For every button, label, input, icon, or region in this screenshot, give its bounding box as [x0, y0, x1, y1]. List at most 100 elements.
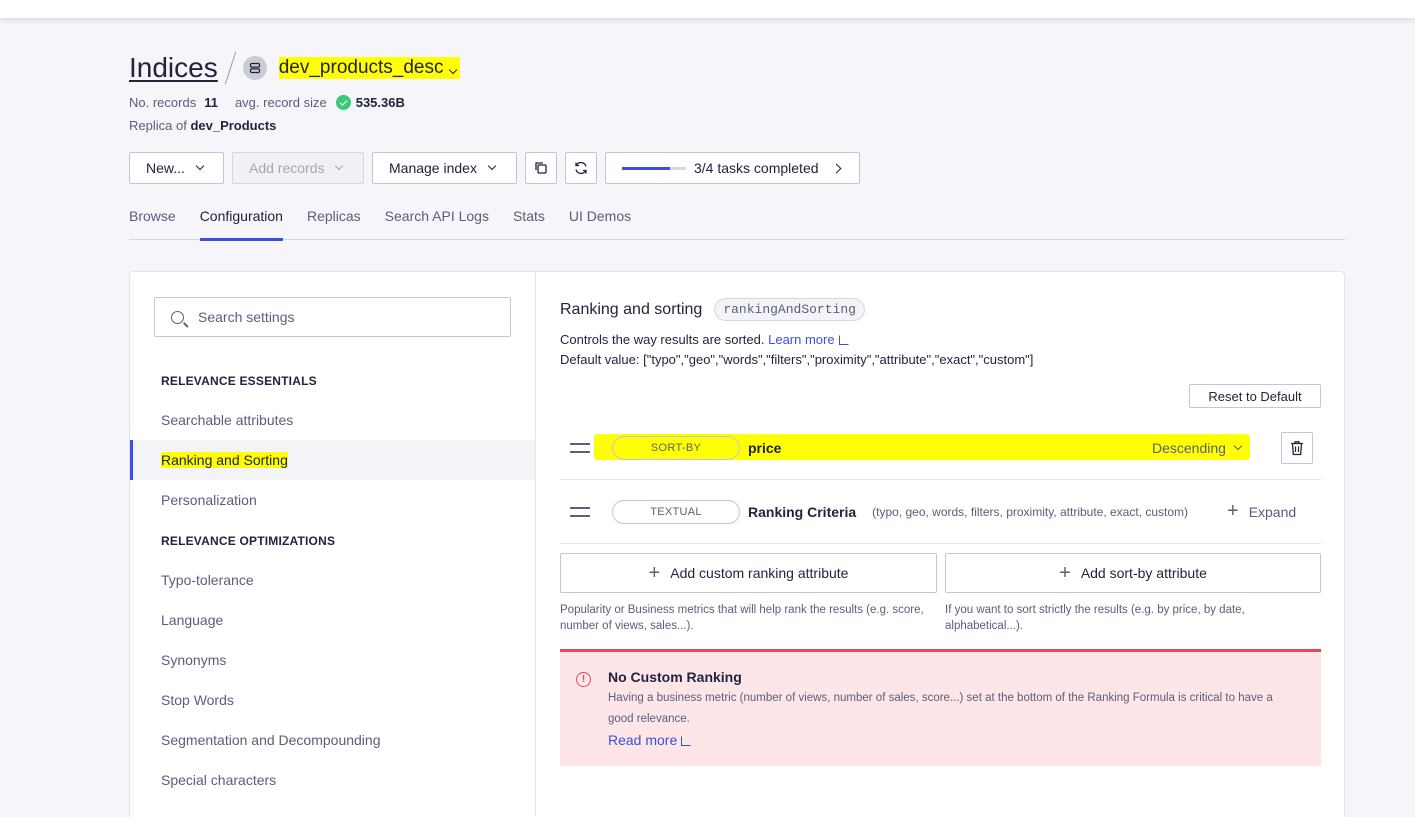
- reset-to-default-button[interactable]: Reset to Default: [1189, 384, 1321, 408]
- read-more-link[interactable]: Read more: [608, 732, 1321, 748]
- description-text: Controls the way results are sorted.: [560, 332, 765, 347]
- replica-link[interactable]: dev_Products: [190, 118, 276, 133]
- tab-replicas[interactable]: Replicas: [307, 206, 361, 240]
- replica-prefix: Replica of: [129, 118, 187, 133]
- trash-icon: [1291, 441, 1303, 456]
- help-sort-by: If you want to sort strictly the results…: [945, 604, 1245, 632]
- chevron-down-icon: [1233, 441, 1243, 450]
- help-custom-ranking: Popularity or Business metrics that will…: [560, 604, 924, 632]
- toolbar: New... Add records Manage index 3/4 task…: [129, 152, 860, 184]
- section-header: Ranking and sorting rankingAndSorting: [560, 298, 865, 321]
- sort-direction-select[interactable]: Descending: [1152, 439, 1243, 456]
- search-input[interactable]: [198, 309, 498, 325]
- tab-stats[interactable]: Stats: [513, 206, 545, 240]
- replica-info: Replica of dev_Products: [129, 118, 276, 133]
- new-button[interactable]: New...: [129, 152, 224, 184]
- add-sortby-label: Add sort-by attribute: [1080, 565, 1207, 581]
- tasks-progress-fill: [622, 166, 670, 170]
- sidebar-item-segmentation[interactable]: Segmentation and Decompounding: [130, 720, 535, 760]
- external-link-icon: [838, 335, 849, 345]
- alert-text: Having a business metric (number of view…: [608, 692, 1273, 725]
- sidebar-item-synonyms[interactable]: Synonyms: [130, 640, 535, 680]
- section-relevance-optimizations: RELEVANCE OPTIMIZATIONS: [161, 534, 336, 548]
- manage-index-label: Manage index: [389, 160, 477, 176]
- expand-label: Expand: [1248, 503, 1297, 520]
- external-link-icon: [681, 736, 692, 746]
- top-bar: [0, 0, 1415, 18]
- add-records-label: Add records: [249, 160, 325, 176]
- breadcrumb-separator: [224, 51, 236, 85]
- index-meta: No. records 11 avg. record size 535.36B: [129, 94, 422, 111]
- expand-button[interactable]: + Expand: [1227, 501, 1297, 521]
- sidebar-item-typo-tolerance[interactable]: Typo-tolerance: [130, 560, 535, 600]
- size-value: 535.36B: [355, 95, 405, 110]
- refresh-icon: [575, 161, 587, 175]
- manage-index-button[interactable]: Manage index: [372, 152, 517, 184]
- index-name: dev_products_desc: [278, 57, 444, 78]
- drag-handle-icon[interactable]: [570, 506, 590, 517]
- size-label: avg. record size: [234, 95, 327, 110]
- plus-icon: +: [1227, 499, 1239, 522]
- page-header: Indices dev_products_desc: [129, 50, 460, 86]
- plus-icon: +: [648, 562, 661, 584]
- delete-button[interactable]: [1281, 432, 1313, 464]
- chevron-right-icon: [831, 163, 841, 173]
- search-icon: [171, 310, 184, 324]
- database-icon: [242, 56, 267, 80]
- sidebar-item-personalization[interactable]: Personalization: [130, 480, 535, 520]
- copy-icon: [535, 162, 547, 174]
- settings-search[interactable]: [154, 297, 511, 337]
- ranking-row-textual: TEXTUAL Ranking Criteria (typo, geo, wor…: [560, 480, 1321, 544]
- configuration-panel: RELEVANCE ESSENTIALS Searchable attribut…: [129, 271, 1345, 817]
- chevron-down-icon: [487, 161, 497, 171]
- tab-search-api-logs[interactable]: Search API Logs: [385, 206, 489, 240]
- add-custom-ranking-button[interactable]: + Add custom ranking attribute: [560, 553, 937, 593]
- tab-browse[interactable]: Browse: [129, 206, 176, 240]
- copy-button[interactable]: [525, 152, 557, 184]
- learn-more-label: Learn more: [768, 332, 835, 347]
- read-more-label: Read more: [608, 732, 678, 748]
- sort-by-tag: SORT-BY: [612, 435, 740, 460]
- page-title[interactable]: Indices: [129, 52, 218, 84]
- ranking-criteria-list: (typo, geo, words, filters, proximity, a…: [872, 504, 1189, 519]
- check-icon: [335, 95, 351, 110]
- add-records-button[interactable]: Add records: [232, 152, 364, 184]
- drag-handle-icon[interactable]: [570, 442, 590, 453]
- sort-attribute-name: price: [748, 439, 782, 456]
- add-custom-label: Add custom ranking attribute: [670, 565, 849, 581]
- sort-direction-value: Descending: [1152, 439, 1226, 456]
- settings-sidebar: RELEVANCE ESSENTIALS Searchable attribut…: [130, 272, 536, 817]
- sidebar-item-ranking-and-sorting[interactable]: Ranking and Sorting: [130, 440, 535, 480]
- new-button-label: New...: [146, 160, 185, 176]
- refresh-button[interactable]: [565, 152, 597, 184]
- records-label: No. records: [129, 95, 197, 110]
- sidebar-item-label: Ranking and Sorting: [161, 452, 288, 468]
- alert-title: No Custom Ranking: [608, 669, 742, 685]
- tab-configuration[interactable]: Configuration: [199, 206, 284, 241]
- no-custom-ranking-alert: ! No Custom Ranking Having a business me…: [560, 649, 1321, 766]
- learn-more-link[interactable]: Learn more: [768, 332, 849, 347]
- ranking-row-sortby: SORT-BY price Descending: [560, 416, 1321, 480]
- sidebar-item-special-characters[interactable]: Special characters: [130, 760, 535, 800]
- chevron-down-icon: [335, 161, 344, 171]
- records-value: 11: [204, 95, 218, 110]
- tasks-label: 3/4 tasks completed: [694, 160, 819, 176]
- section-relevance-essentials: RELEVANCE ESSENTIALS: [161, 374, 317, 388]
- default-value: Default value: ["typo","geo","words","fi…: [560, 352, 1034, 367]
- setting-code-badge: rankingAndSorting: [714, 298, 865, 321]
- add-sort-by-button[interactable]: + Add sort-by attribute: [945, 553, 1321, 593]
- section-title: Ranking and sorting: [560, 300, 703, 318]
- sidebar-item-searchable-attributes[interactable]: Searchable attributes: [130, 400, 535, 440]
- index-tabs: Browse Configuration Replicas Search API…: [129, 206, 1345, 241]
- tasks-progress-button[interactable]: 3/4 tasks completed: [605, 152, 860, 184]
- textual-tag: TEXTUAL: [612, 499, 740, 524]
- alert-icon: !: [576, 672, 591, 687]
- sidebar-item-language[interactable]: Language: [130, 600, 535, 640]
- plus-icon: +: [1059, 562, 1071, 584]
- tasks-progress-bar: [622, 166, 686, 170]
- ranking-criteria-name: Ranking Criteria: [748, 503, 857, 520]
- index-selector[interactable]: dev_products_desc: [278, 57, 460, 79]
- chevron-down-icon: [195, 161, 205, 171]
- sidebar-item-stop-words[interactable]: Stop Words: [130, 680, 535, 720]
- tab-ui-demos[interactable]: UI Demos: [569, 206, 631, 240]
